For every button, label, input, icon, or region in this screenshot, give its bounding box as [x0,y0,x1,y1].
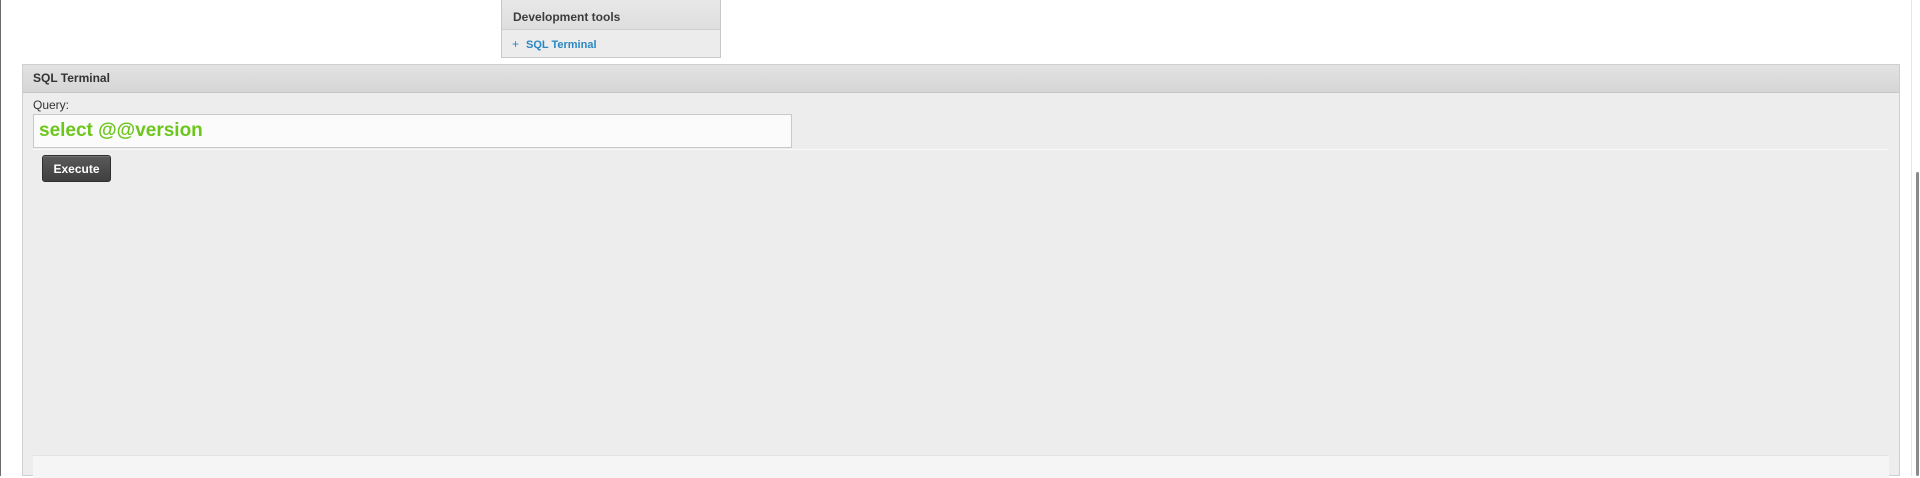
query-input[interactable] [33,114,792,148]
menu-item-sql-terminal[interactable]: + SQL Terminal [502,30,720,57]
divider [33,149,1889,150]
menu-item-label: SQL Terminal [526,39,597,51]
page-frame: Development tools + SQL Terminal SQL Term… [0,0,1920,478]
scrollbar-thumb[interactable] [1916,172,1919,476]
query-label: Query: [33,98,70,112]
panel-title: SQL Terminal [23,65,1899,93]
vertical-scrollbar[interactable] [1911,0,1920,476]
results-area [33,455,1889,478]
plus-icon: + [512,37,520,51]
development-tools-menu: Development tools + SQL Terminal [501,0,721,58]
execute-button[interactable]: Execute [42,155,111,182]
development-tools-header: Development tools [502,0,720,30]
sql-terminal-panel: SQL Terminal Query: Execute [22,64,1900,478]
